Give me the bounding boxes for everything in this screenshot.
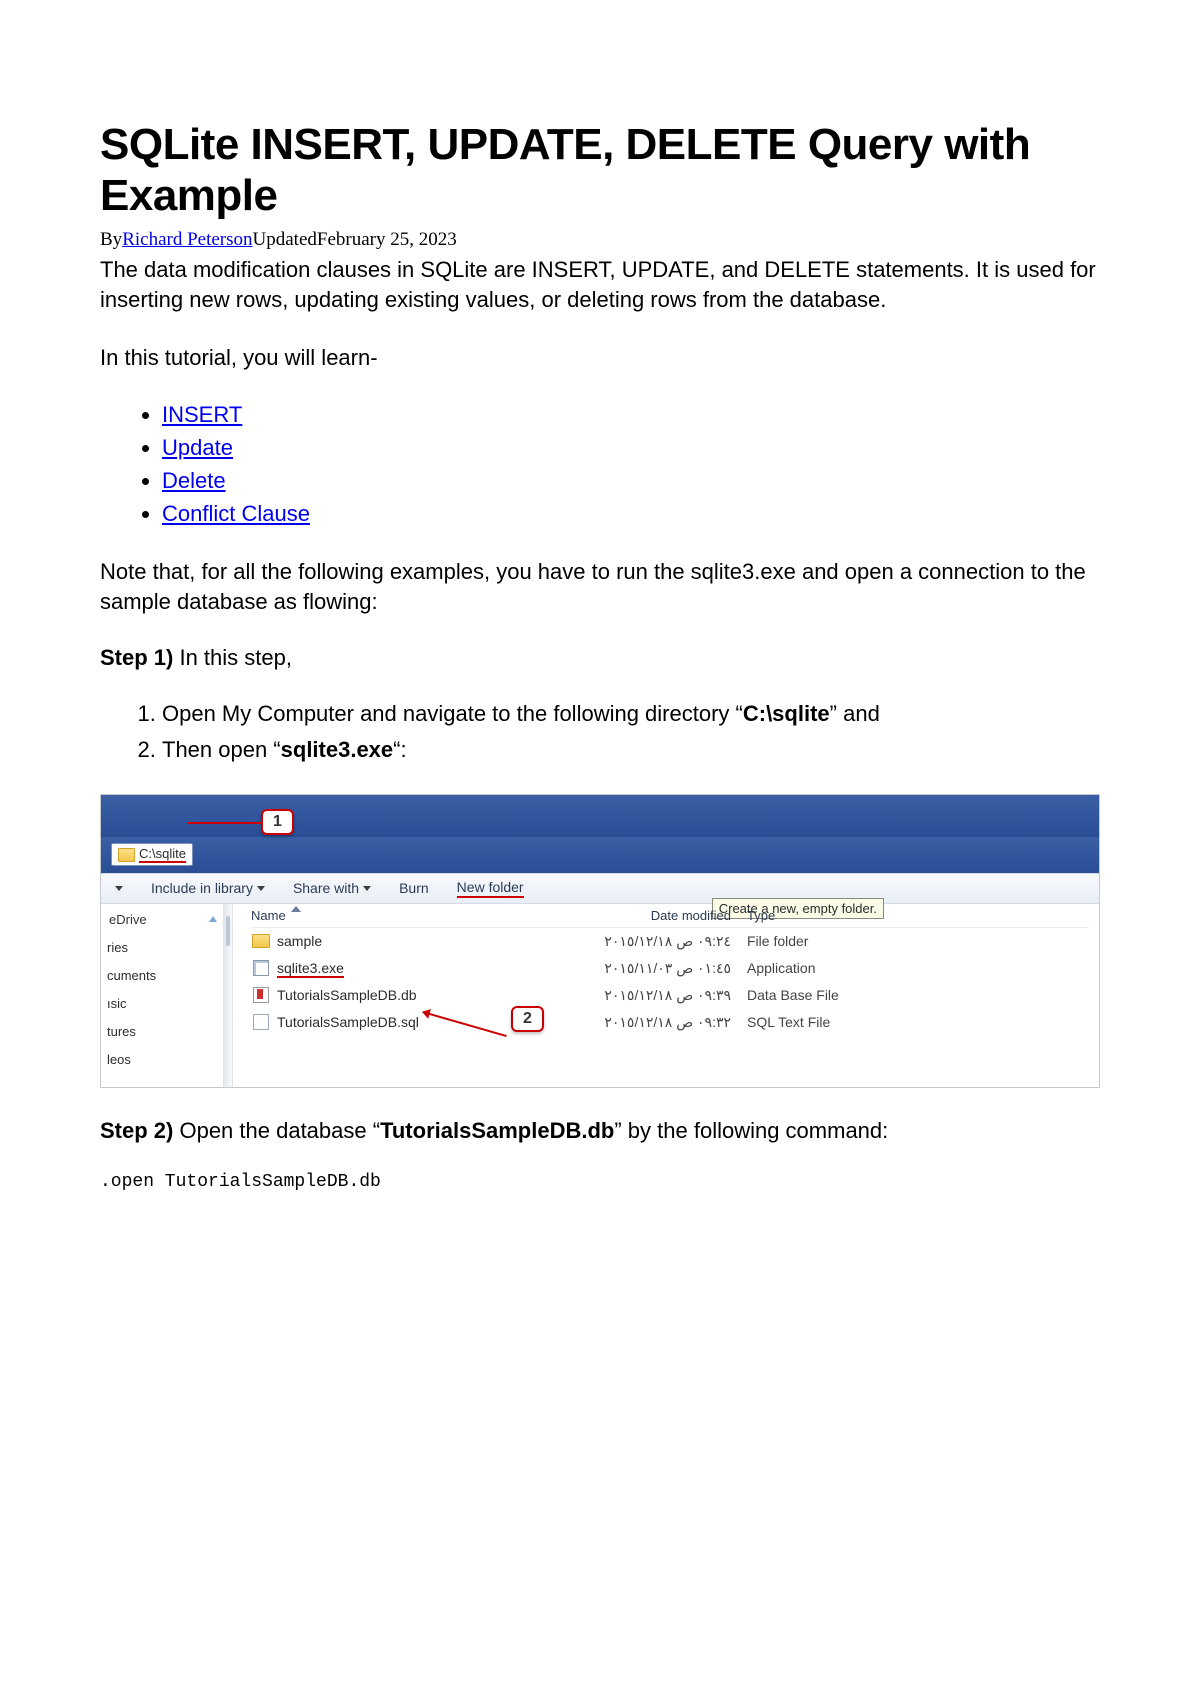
sql-icon xyxy=(251,1014,271,1030)
list-item: Open My Computer and navigate to the fol… xyxy=(162,699,1100,729)
explorer-toolbar: Include in library Share with Burn New f… xyxy=(101,873,1099,904)
sidebar-item: ısic xyxy=(105,993,221,1014)
toolbar-dropdown-icon xyxy=(111,886,123,891)
chevron-up-icon xyxy=(209,916,217,922)
folder-icon xyxy=(118,848,135,862)
toc-item: INSERT xyxy=(162,400,1100,431)
toc-link-delete[interactable]: Delete xyxy=(162,468,226,493)
toc-item: Delete xyxy=(162,466,1100,497)
toc-item: Update xyxy=(162,433,1100,464)
toolbar-newfolder: New folder xyxy=(457,879,524,898)
step1-list: Open My Computer and navigate to the fol… xyxy=(100,699,1100,764)
byline: ByRichard PetersonUpdatedFebruary 25, 20… xyxy=(100,229,1100,251)
files-header: Name Date modified Type xyxy=(251,904,1089,928)
sidebar-item: tures xyxy=(105,1021,221,1042)
by-label: By xyxy=(100,229,122,250)
toolbar-share: Share with xyxy=(293,880,371,896)
sidebar-item: cuments xyxy=(105,965,221,986)
toc-link-update[interactable]: Update xyxy=(162,435,233,460)
sidebar-item: leos xyxy=(105,1049,221,1070)
updated-date: February 25, 2023 xyxy=(317,229,457,250)
file-row: sample ٠٩:٢٤ ص ٢٠١٥/١٢/١٨ File folder xyxy=(251,928,1089,955)
exe-icon xyxy=(251,960,271,976)
db-icon xyxy=(251,987,271,1003)
page-title: SQLite INSERT, UPDATE, DELETE Query with… xyxy=(100,120,1100,221)
intro-paragraph: The data modification clauses in SQLite … xyxy=(100,255,1100,314)
explorer-screenshot: C:\sqlite 1 Include in library Share wit… xyxy=(100,794,1100,1088)
explorer-sidebar: eDrive ries cuments ısic tures leos xyxy=(101,904,223,1087)
toc-link-insert[interactable]: INSERT xyxy=(162,402,242,427)
files-pane: 2 Name Date modified Type sample ٠٩:٢٤ ص… xyxy=(233,904,1099,1087)
learn-intro: In this tutorial, you will learn- xyxy=(100,343,1100,373)
note-paragraph: Note that, for all the following example… xyxy=(100,557,1100,616)
sidebar-item: ries xyxy=(105,937,221,958)
file-row: TutorialsSampleDB.db ٠٩:٣٩ ص ٢٠١٥/١٢/١٨ … xyxy=(251,982,1089,1009)
sidebar-divider xyxy=(223,904,233,1087)
step2-heading: Step 2) Open the database “TutorialsSamp… xyxy=(100,1118,1100,1144)
toc-list: INSERT Update Delete Conflict Clause xyxy=(100,400,1100,529)
toc-item: Conflict Clause xyxy=(162,499,1100,530)
file-row: sqlite3.exe ٠١:٤٥ ص ٢٠١٥/١١/٠٣ Applicati… xyxy=(251,955,1089,982)
callout-2: 2 xyxy=(511,1006,544,1032)
toolbar-include: Include in library xyxy=(151,880,265,896)
toolbar-burn: Burn xyxy=(399,880,429,896)
sort-asc-icon xyxy=(291,906,301,912)
file-row: TutorialsSampleDB.sql ٠٩:٣٢ ص ٢٠١٥/١٢/١٨… xyxy=(251,1009,1089,1036)
folder-icon xyxy=(251,933,271,949)
list-item: Then open “sqlite3.exe“: xyxy=(162,735,1100,765)
code-block: .open TutorialsSampleDB.db xyxy=(100,1172,1100,1192)
path-box: C:\sqlite xyxy=(111,843,193,866)
sidebar-top-item: eDrive xyxy=(109,912,147,927)
explorer-pathbar: C:\sqlite 1 xyxy=(101,837,1099,873)
explorer-titlebar xyxy=(101,795,1099,837)
callout-1: 1 xyxy=(261,809,294,835)
author-link[interactable]: Richard Peterson xyxy=(122,229,252,250)
toc-link-conflict[interactable]: Conflict Clause xyxy=(162,501,310,526)
updated-label: Updated xyxy=(253,229,317,250)
step1-heading: Step 1) In this step, xyxy=(100,645,1100,671)
path-text: C:\sqlite xyxy=(139,846,186,863)
